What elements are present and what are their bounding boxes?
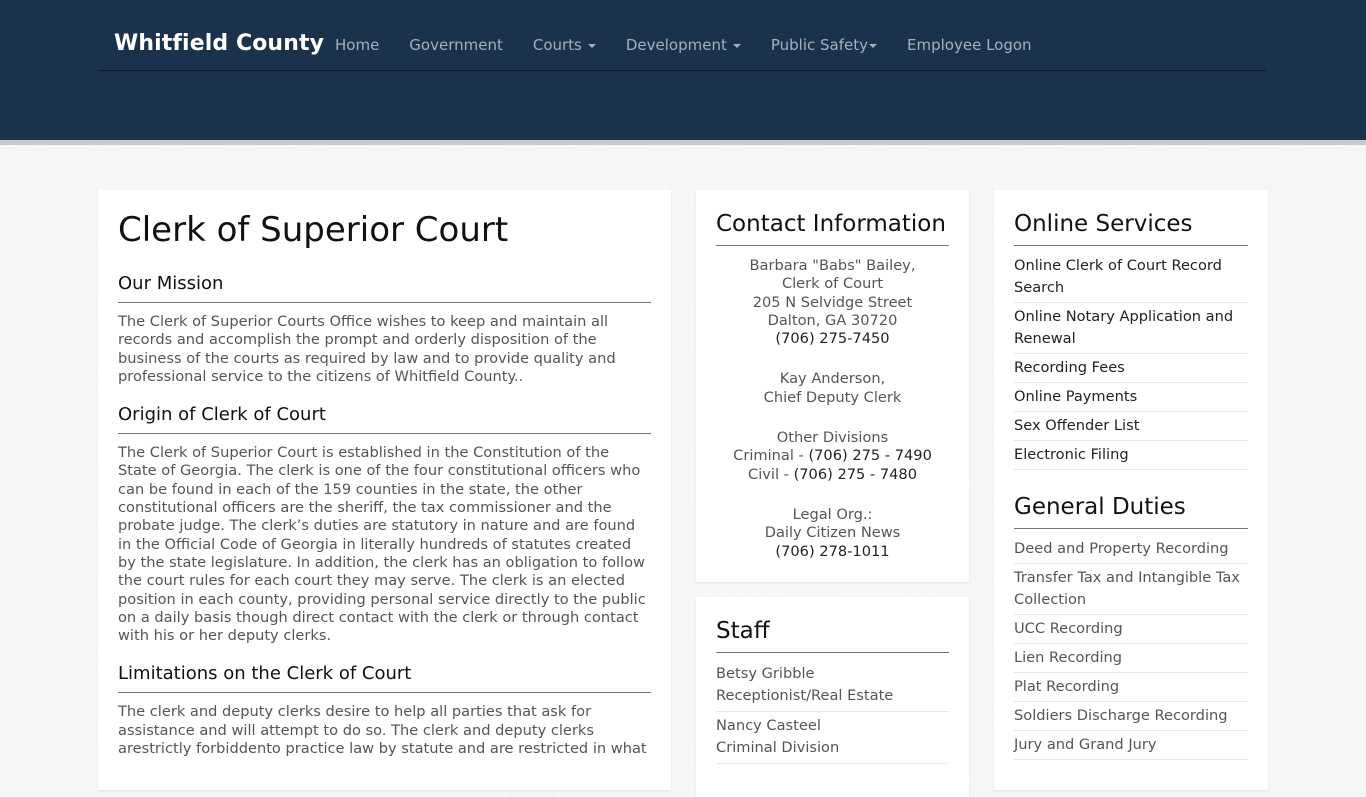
- staff-role: Receptionist/Real Estate: [716, 687, 894, 704]
- general-duty-link[interactable]: UCC Recording: [1014, 615, 1248, 644]
- section-heading-mission: Our Mission: [118, 273, 651, 303]
- general-duty-link[interactable]: Soldiers Discharge Recording: [1014, 702, 1248, 731]
- deputy-name: Kay Anderson,: [779, 370, 886, 388]
- main-phone: (706) 275-7450: [775, 330, 890, 348]
- deputy-title: Chief Deputy Clerk: [763, 388, 902, 406]
- online-service-link[interactable]: Online Payments: [1014, 383, 1248, 412]
- general-duty-link[interactable]: Lien Recording: [1014, 644, 1248, 673]
- staff-list: Betsy Gribble Receptionist/Real Estate N…: [716, 660, 949, 764]
- staff-panel: Staff Betsy Gribble Receptionist/Real Es…: [696, 597, 969, 797]
- criminal-phone: (706) 275 - 7490: [808, 447, 932, 465]
- services-panel: Online Services Online Clerk of Court Re…: [994, 190, 1268, 790]
- nav-item-employee-logon[interactable]: Employee Logon: [907, 36, 1032, 54]
- legal-phone: (706) 278-1011: [775, 542, 890, 560]
- criminal-label: Criminal -: [733, 447, 809, 465]
- divisions-label: Other Divisions: [776, 429, 889, 447]
- online-services-heading: Online Services: [1014, 211, 1248, 246]
- online-service-link[interactable]: Recording Fees: [1014, 354, 1248, 383]
- civil-phone: (706) 275 - 7480: [793, 465, 917, 483]
- staff-heading: Staff: [716, 618, 949, 653]
- clerk-contact: Barbara "Babs" Bailey, Clerk of Court 20…: [716, 257, 949, 348]
- nav-menu: Home Government Courts Development Publi…: [335, 36, 1062, 54]
- nav-item-home[interactable]: Home: [335, 36, 379, 54]
- civil-label: Civil -: [748, 465, 794, 483]
- caret-down-icon: [869, 44, 878, 48]
- nav-label: Courts: [532, 36, 582, 54]
- general-duty-link[interactable]: Plat Recording: [1014, 673, 1248, 702]
- staff-member: Betsy Gribble Receptionist/Real Estate: [716, 660, 949, 712]
- online-services-list: Online Clerk of Court Record Search Onli…: [1014, 252, 1248, 470]
- clerk-name: Barbara "Babs" Bailey,: [749, 257, 916, 274]
- brand-logo-link[interactable]: Whitfield County: [114, 31, 324, 56]
- online-service-link[interactable]: Electronic Filing: [1014, 441, 1248, 470]
- section-heading-origin: Origin of Clerk of Court: [118, 404, 651, 435]
- general-duty-link[interactable]: Deed and Property Recording: [1014, 535, 1248, 564]
- online-service-link[interactable]: Online Clerk of Court Record Search: [1014, 252, 1248, 303]
- legal-label: Legal Org.:: [792, 505, 873, 523]
- staff-role: Criminal Division: [716, 739, 840, 756]
- staff-name: Betsy Gribble: [716, 665, 815, 682]
- navbar: Whitfield County Home Government Courts …: [99, 0, 1266, 71]
- general-duties-heading: General Duties: [1014, 494, 1248, 529]
- clerk-title: Clerk of Court: [781, 275, 884, 293]
- nav-item-government[interactable]: Government: [409, 36, 503, 54]
- origin-text: The Clerk of Superior Court is establish…: [118, 444, 646, 645]
- online-service-link[interactable]: Online Notary Application and Renewal: [1014, 303, 1248, 354]
- nav-item-development[interactable]: Development: [626, 36, 741, 54]
- deputy-contact: Kay Anderson, Chief Deputy Clerk: [716, 370, 949, 407]
- nav-label: Employee Logon: [907, 36, 1032, 54]
- contact-heading: Contact Information: [716, 211, 949, 246]
- nav-label: Public Safety: [770, 36, 869, 54]
- general-duty-link[interactable]: Jury and Grand Jury: [1014, 731, 1248, 760]
- nav-label: Government: [409, 36, 503, 54]
- site-header: Whitfield County Home Government Courts …: [0, 0, 1366, 145]
- staff-member: Nancy Casteel Criminal Division: [716, 712, 949, 764]
- staff-name: Nancy Casteel: [716, 717, 821, 734]
- page-title: Clerk of Superior Court: [118, 210, 509, 250]
- contact-info-panel: Contact Information Barbara "Babs" Baile…: [696, 190, 969, 582]
- general-duty-link[interactable]: Transfer Tax and Intangible Tax Collecti…: [1014, 564, 1248, 615]
- mission-text: The Clerk of Superior Courts Office wish…: [118, 313, 616, 385]
- section-heading-limitations: Limitations on the Clerk of Court: [118, 663, 651, 694]
- civil-line: Civil - (706) 275 - 7480: [716, 466, 949, 484]
- limitations-text: The clerk and deputy clerks desire to he…: [118, 703, 647, 758]
- city-address: Dalton, GA 30720: [767, 311, 898, 329]
- street-address: 205 N Selvidge Street: [752, 293, 913, 311]
- divisions-contact: Other Divisions Criminal - (706) 275 - 7…: [716, 429, 949, 484]
- nav-item-public-safety[interactable]: Public Safety: [770, 36, 878, 54]
- criminal-line: Criminal - (706) 275 - 7490: [716, 447, 949, 465]
- caret-down-icon: [587, 44, 596, 48]
- caret-down-icon: [732, 44, 741, 48]
- nav-label: Home: [335, 36, 380, 54]
- legal-name: Daily Citizen News: [764, 524, 901, 542]
- nav-label: Development: [625, 36, 727, 54]
- online-service-link[interactable]: Sex Offender List: [1014, 412, 1248, 441]
- legal-org-contact: Legal Org.: Daily Citizen News (706) 278…: [716, 506, 949, 561]
- main-content-panel: Clerk of Superior Court Our Mission The …: [98, 190, 671, 790]
- nav-item-courts[interactable]: Courts: [533, 36, 596, 54]
- general-duties-list: Deed and Property Recording Transfer Tax…: [1014, 535, 1248, 760]
